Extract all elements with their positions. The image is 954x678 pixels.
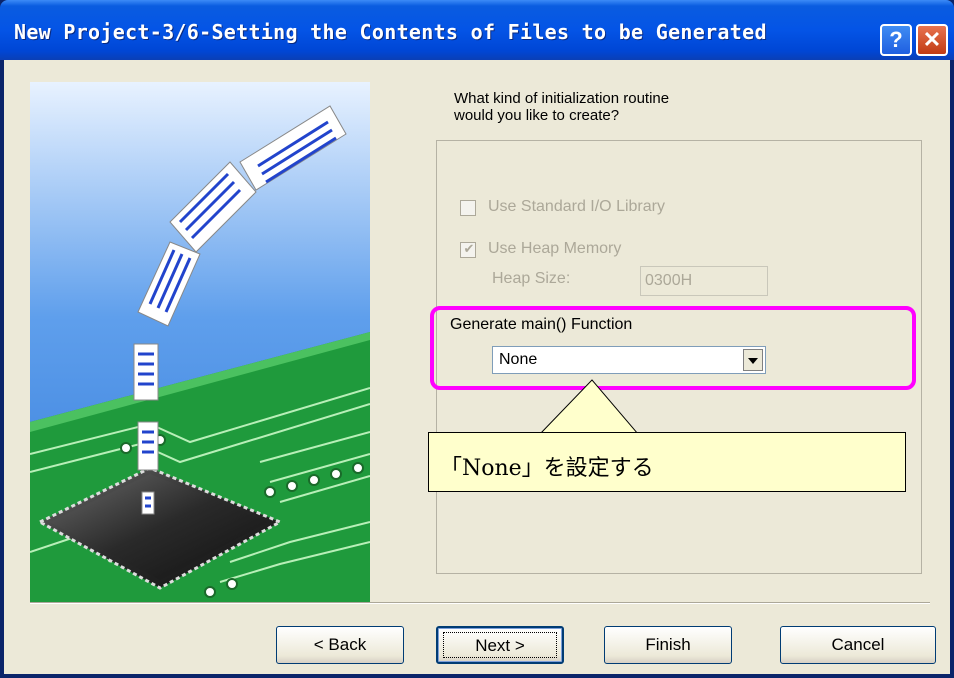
cancel-button[interactable]: Cancel	[780, 626, 936, 664]
callout-pointer	[538, 379, 640, 436]
focus-ring	[443, 632, 557, 658]
heap-size-label: Heap Size:	[492, 270, 571, 287]
callout-text: 「None」を設定する	[440, 456, 654, 481]
stdio-checkbox[interactable]	[460, 200, 476, 216]
heap-checkbox[interactable]: ✔	[460, 241, 476, 258]
heap-label: Use Heap Memory	[488, 240, 622, 257]
heap-size-field[interactable]: 0300H	[640, 266, 768, 296]
close-button[interactable]: ✕	[916, 24, 948, 56]
selected-value: None	[499, 351, 538, 368]
next-button[interactable]: Next >	[436, 626, 564, 664]
finish-button[interactable]: Finish	[604, 626, 732, 664]
chevron-down-icon	[748, 358, 758, 364]
wizard-illustration	[30, 82, 370, 604]
check-icon: ✔	[463, 241, 475, 256]
question-icon: ?	[889, 27, 903, 52]
dropdown-button[interactable]	[743, 349, 763, 371]
help-button[interactable]: ?	[880, 24, 912, 56]
close-icon: ✕	[922, 27, 942, 52]
generate-main-select[interactable]: None	[492, 346, 766, 374]
title-bar[interactable]: New Project-3/6-Setting the Contents of …	[0, 0, 954, 60]
button-separator	[30, 602, 930, 604]
stdio-label: Use Standard I/O Library	[488, 198, 665, 215]
back-button[interactable]: < Back	[276, 626, 404, 664]
instruction-text: What kind of initialization routine woul…	[454, 90, 670, 124]
window-title: New Project-3/6-Setting the Contents of …	[14, 20, 767, 44]
generate-main-label: Generate main() Function	[450, 316, 633, 333]
